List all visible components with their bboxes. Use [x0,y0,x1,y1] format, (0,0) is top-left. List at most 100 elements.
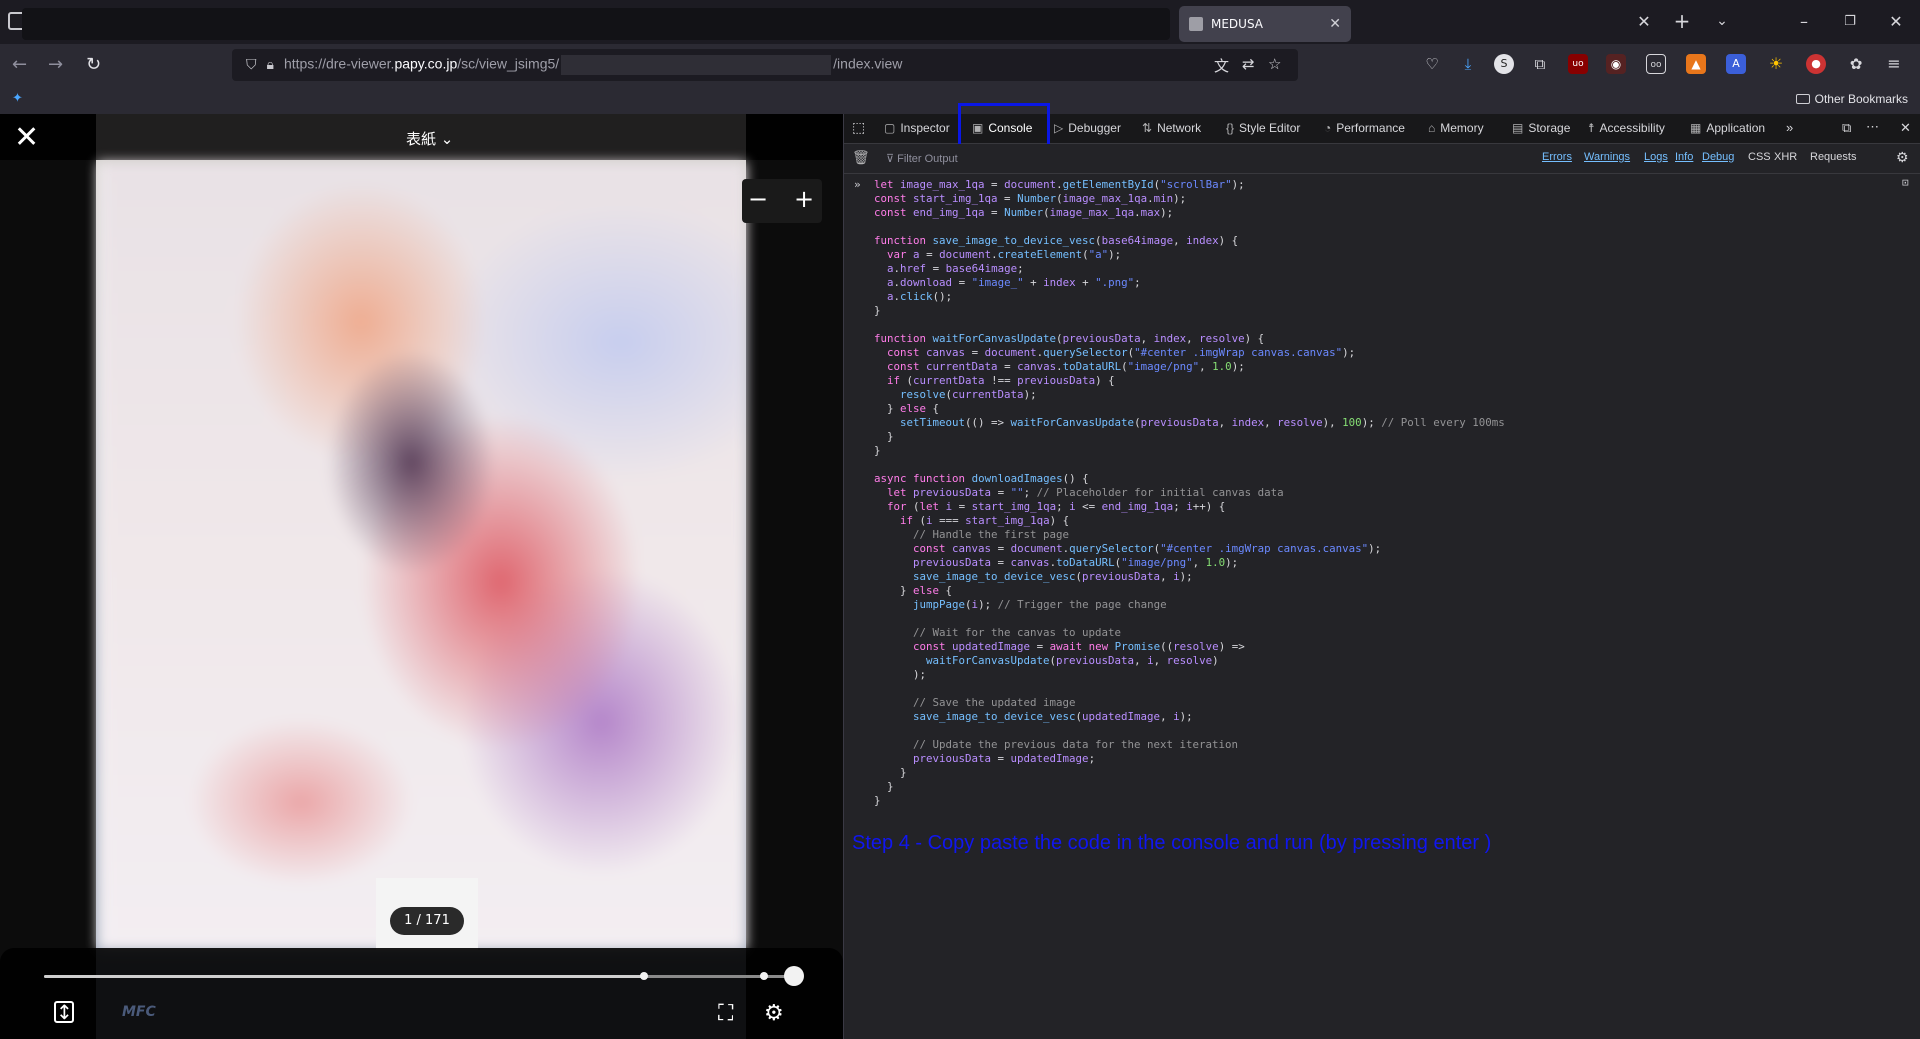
devtools-close-icon[interactable]: ✕ [1900,120,1911,136]
translate-icon[interactable]: 文 [1214,55,1229,76]
shield-icon[interactable]: ⛉ [246,57,257,73]
url-text[interactable]: https://dre-viewer.papy.co.jp/sc/view_js… [284,55,902,75]
extension-s-icon[interactable]: S [1494,54,1514,74]
lock-icon[interactable]: 🔒︎ [267,57,274,73]
downloads-icon[interactable]: ⤓ [1458,54,1478,74]
chevron-down-icon: ⌄ [440,130,454,148]
extensions-icon[interactable]: ⧉ [1530,54,1550,74]
close-tab-icon[interactable]: ✕ [1634,12,1654,31]
inspector-icon: ▢ [884,121,896,135]
code-line: for (let i = start_img_1qa; i <= end_img… [887,500,1226,513]
tab-style-editor[interactable]: {} Style Editor [1226,121,1300,135]
network-icon: ⇅ [1142,121,1153,135]
code-line: const end_img_1qa = Number(image_max_1qa… [874,206,1174,219]
forward-icon[interactable]: → [48,54,63,75]
list-tabs-icon[interactable]: ⌄ [1712,13,1732,29]
back-icon[interactable]: ← [12,54,27,75]
menu-icon[interactable]: ≡ [1884,54,1904,74]
addon-gear-icon[interactable]: ✿ [1846,54,1866,74]
new-tab-icon[interactable]: + [1672,9,1692,33]
code-line: a.click(); [887,290,953,303]
console-settings-icon[interactable]: ⚙ [1896,149,1909,166]
extension-box-icon[interactable]: oo [1646,54,1666,74]
reload-icon[interactable]: ↻ [86,54,101,75]
translate-page-icon[interactable]: ⇄ [1242,55,1255,73]
sun-icon[interactable]: ☀ [1766,54,1786,74]
code-line: setTimeout(() => waitForCanvasUpdate(pre… [900,416,1505,429]
code-line: async function downloadImages() { [874,472,1089,485]
filter-icon: ⊽ [886,153,898,165]
pick-element-icon[interactable]: ⬚ [852,119,865,136]
settings-gear-icon[interactable]: ⚙ [764,1001,784,1026]
code-line: // Handle the first page [913,528,1070,541]
code-line: let image_max_1qa = document.getElementB… [874,178,1245,191]
options-icon[interactable]: ⋯ [1866,119,1879,135]
page-slider-thumb[interactable] [784,966,804,986]
slider-marker [640,972,648,980]
chapter-selector[interactable]: 表紙 ⌄ [406,128,453,149]
code-line: let previousData = ""; // Placeholder fo… [887,486,1284,499]
tab-debugger[interactable]: ▷ Debugger [1054,121,1121,135]
level-errors[interactable]: Errors [1542,151,1572,163]
code-line: // Save the updated image [913,696,1076,709]
pocket-icon[interactable]: ♡ [1422,54,1442,74]
filter-xhr[interactable]: XHR [1774,151,1797,163]
tab-medusa[interactable]: MEDUSA ✕ [1179,6,1351,42]
tab-application[interactable]: ▦ Application [1690,121,1765,135]
slider-marker-end [760,972,768,980]
minimize-icon[interactable]: – [1794,12,1814,31]
restore-icon[interactable]: ❐ [1840,14,1860,29]
code-line: // Wait for the canvas to update [913,626,1122,639]
tab-network[interactable]: ⇅ Network [1142,121,1201,135]
memory-icon: ⌂ [1428,121,1436,135]
ublock-icon[interactable]: uo [1568,54,1588,74]
application-icon: ▦ [1690,121,1702,135]
dock-icon[interactable]: ⧉ [1842,120,1851,136]
tab-close-icon[interactable]: ✕ [1329,16,1341,32]
more-tabs-icon[interactable]: » [1786,120,1793,135]
code-line: const currentData = canvas.toDataURL("im… [887,360,1245,373]
zoom-out-icon[interactable]: − [748,185,768,213]
console-input-code[interactable]: let image_max_1qa = document.getElementB… [874,178,1904,808]
zoom-in-icon[interactable]: + [794,185,814,213]
metamask-icon[interactable]: ▲ [1686,54,1706,74]
storage-icon: ▤ [1512,121,1524,135]
level-info[interactable]: Info [1675,151,1693,163]
tab-inspector[interactable]: ▢ Inspector [884,121,950,135]
code-line: a.download = "image_" + index + ".png"; [887,276,1141,289]
url-bar[interactable]: ⛉ 🔒︎ https://dre-viewer.papy.co.jp/sc/vi… [232,49,1298,81]
tab-performance[interactable]: ◔ Performance [1324,121,1405,135]
tab-accessibility[interactable]: ☨ Accessibility [1588,121,1665,135]
devtools-panel: ⬚ ▢ Inspector ▣ Console ▷ Debugger ⇅ Network… [844,103,1920,1039]
profile-icon[interactable]: ● [1806,54,1826,74]
other-bookmarks[interactable]: Other Bookmarks [1795,92,1908,106]
code-line: } [874,794,881,807]
bookmark-icon[interactable]: ✦ [12,91,23,106]
level-warnings[interactable]: Warnings [1584,151,1630,163]
code-line: var a = document.createElement("a"); [887,248,1122,261]
code-line: previousData = updatedImage; [913,752,1096,765]
filter-requests[interactable]: Requests [1810,151,1856,163]
filter-css[interactable]: CSS [1748,151,1771,163]
code-line: save_image_to_device_vesc(updatedImage, … [913,710,1193,723]
fullscreen-icon[interactable]: ⛶ [718,1001,733,1026]
page-image-blurred[interactable] [98,162,746,950]
level-logs[interactable]: Logs [1644,151,1668,163]
navigation-bar: ← → ↻ ⛉ 🔒︎ https://dre-viewer.papy.co.jp… [0,44,1920,86]
code-line: ); [874,668,927,681]
translator-icon[interactable]: A [1726,54,1746,74]
trash-icon[interactable]: 🗑︎ [852,150,870,166]
level-debug[interactable]: Debug [1702,151,1734,163]
record-icon[interactable]: ◉ [1606,54,1626,74]
filter-input[interactable]: ⊽ Filter Output [886,152,958,165]
performance-icon: ◔ [1324,121,1332,135]
bookmark-star-icon[interactable]: ☆ [1268,55,1281,73]
window-close-icon[interactable]: ✕ [1886,12,1906,31]
code-line: } [874,766,907,779]
scroll-direction-icon[interactable]: ↕ [54,1001,74,1023]
tab-memory[interactable]: ⌂ Memory [1428,121,1484,135]
reader-close-icon[interactable]: ✕ [14,120,39,155]
tab-storage[interactable]: ▤ Storage [1512,121,1570,135]
